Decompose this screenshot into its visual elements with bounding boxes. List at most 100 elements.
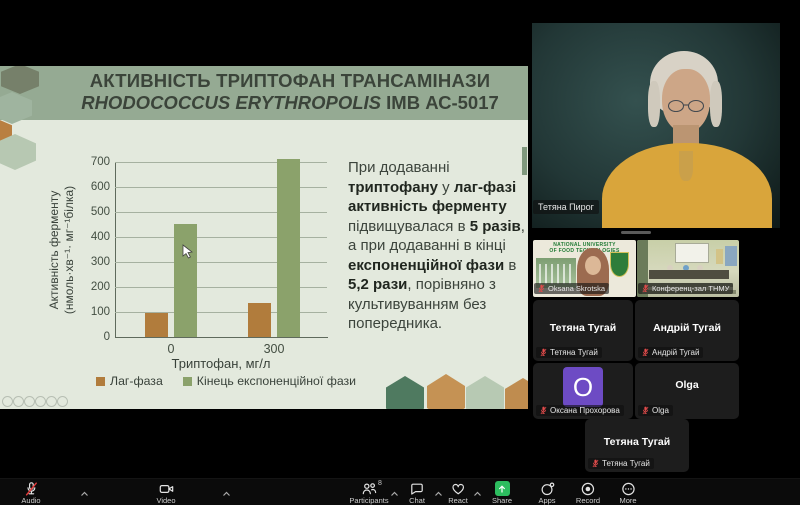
muted-mic-icon xyxy=(642,406,649,415)
camera-icon xyxy=(156,481,175,496)
speaker-name: Тетяна Пирог xyxy=(538,202,594,212)
toolbar-button-label: Apps xyxy=(538,496,556,505)
participant-name: Olga xyxy=(652,406,669,415)
legend-label: Лаг-фаза xyxy=(110,374,163,388)
y-axis-label: Активність ферменту (нмоль·хв⁻¹· мг⁻¹білк… xyxy=(47,148,77,352)
gallery-drag-handle[interactable] xyxy=(621,231,651,234)
y-axis-tick-label: 200 xyxy=(90,281,110,293)
participant-name: Тетяна Тугай xyxy=(602,459,650,468)
y-axis-label-line2: (нмоль·хв⁻¹· мг⁻¹білка) xyxy=(61,185,76,315)
chevron-up-icon[interactable] xyxy=(390,484,399,502)
speaker-collar xyxy=(679,151,693,181)
legend-swatch xyxy=(96,376,105,386)
participant-name: Оксана Прохорова xyxy=(550,406,620,415)
meeting-toolbar: Audio Video 8 Participants Chat React Share App… xyxy=(0,478,800,505)
participant-face xyxy=(585,256,601,275)
chat-icon xyxy=(409,481,425,496)
toolbar-button-label: Video xyxy=(156,496,176,505)
hall-wall-decor xyxy=(716,249,723,264)
participant-display-name: Андрій Тугай xyxy=(653,322,721,334)
participant-name-tag: Конференц-зал ТНМУ xyxy=(638,283,734,294)
projector-screen xyxy=(675,243,709,263)
share-icon xyxy=(492,481,512,496)
participant-name: Андрій Тугай xyxy=(652,348,700,357)
watermark-icon xyxy=(46,396,57,407)
chart-legend: Лаг-фаза Кінець експоненційної фази xyxy=(96,374,356,388)
paragraph-segment: експоненційної фази xyxy=(348,256,505,274)
participant-video-oksana[interactable]: NATIONAL UNIVERSITY OF FOOD TECHNOLOGIES… xyxy=(533,240,636,297)
presentation-slide: АКТИВНІСТЬ ТРИПТОФАН ТРАНСАМІНАЗИ RHODOC… xyxy=(0,66,528,409)
paragraph-segment: у xyxy=(437,178,454,196)
presidium-table xyxy=(649,270,729,279)
speaker-video-tile[interactable]: Тетяна Пирог xyxy=(532,23,780,228)
speaker-name-tag: Тетяна Пирог xyxy=(533,200,599,214)
audio-button[interactable]: Audio xyxy=(21,481,41,505)
muted-mic-icon xyxy=(642,348,649,357)
muted-mic-icon xyxy=(642,284,649,293)
y-axis-tick-label: 0 xyxy=(103,331,110,343)
participants-button[interactable]: 8 Participants xyxy=(349,480,389,505)
heart-icon xyxy=(448,481,468,496)
participants-count-badge: 8 xyxy=(378,480,382,487)
participant-name-tag: Тетяна Тугай xyxy=(536,347,602,358)
avatar-letter: O xyxy=(572,371,594,402)
toolbar-button-label: Audio xyxy=(21,496,41,505)
participant-display-name: Тетяна Тугай xyxy=(549,322,617,334)
participant-tile[interactable]: O Оксана Прохорова xyxy=(533,363,633,419)
participant-name-tag: Андрій Тугай xyxy=(638,347,704,358)
react-button[interactable]: React xyxy=(448,481,468,505)
zoom-meeting-window: АКТИВНІСТЬ ТРИПТОФАН ТРАНСАМІНАЗИ RHODOC… xyxy=(0,0,800,505)
chevron-up-icon[interactable] xyxy=(80,484,89,502)
x-axis-tick-label: 0 xyxy=(167,342,175,356)
participant-tile[interactable]: Тетяна Тугай Тетяна Тугай xyxy=(585,419,689,472)
speaker-glasses xyxy=(664,99,708,118)
chevron-up-icon[interactable] xyxy=(222,484,231,502)
y-axis-tick-label: 600 xyxy=(90,181,110,193)
muted-mic-icon xyxy=(540,348,547,357)
participant-name-tag: Тетяна Тугай xyxy=(588,458,654,469)
toolbar-button-label: Chat xyxy=(409,496,425,505)
more-icon xyxy=(619,481,636,496)
x-axis-tick-label: 300 xyxy=(263,342,285,356)
chat-button[interactable]: Chat xyxy=(409,481,425,505)
more-button[interactable]: More xyxy=(619,481,637,505)
participant-avatar: O xyxy=(563,367,603,407)
paragraph-segment: лаг-фазі xyxy=(453,178,517,196)
participant-tile[interactable]: Тетяна Тугай Тетяна Тугай xyxy=(533,300,633,361)
apps-button[interactable]: Apps xyxy=(538,481,556,505)
participant-tile[interactable]: Андрій Тугай Андрій Тугай xyxy=(635,300,739,361)
paragraph-segment: 5,2 рази xyxy=(348,276,408,293)
y-axis-tick-label: 700 xyxy=(90,156,110,168)
paragraph-segment: активність ферменту xyxy=(348,198,507,215)
chevron-up-icon[interactable] xyxy=(473,484,482,502)
toolbar-button-label: React xyxy=(448,496,468,505)
share-icon xyxy=(494,481,510,496)
y-axis-label-line1: Активність ферменту xyxy=(47,190,61,310)
toolbar-button-label: Participants xyxy=(349,496,389,505)
share-button[interactable]: Share xyxy=(492,481,512,505)
chevron-up-icon[interactable] xyxy=(434,484,443,502)
building-windows xyxy=(539,264,573,284)
participant-display-name: Тетяна Тугай xyxy=(603,436,671,448)
watermark-icon xyxy=(24,396,35,407)
mouse-cursor xyxy=(182,244,194,265)
participant-display-name: Olga xyxy=(675,379,699,391)
video-button[interactable]: Video xyxy=(156,481,176,505)
watermark-icon xyxy=(2,396,13,407)
watermark-icon xyxy=(13,396,24,407)
paragraph-segment: в xyxy=(504,256,517,274)
participant-name: Тетяна Тугай xyxy=(550,348,598,357)
toolbar-button-label: Record xyxy=(575,496,601,505)
record-button[interactable]: Record xyxy=(576,481,600,505)
chart-bar-exp xyxy=(174,224,197,337)
participant-tile[interactable]: Olga Olga xyxy=(635,363,739,419)
paragraph-segment: 5 разів xyxy=(469,217,521,235)
mic-muted-icon xyxy=(21,481,40,496)
record-icon xyxy=(576,481,600,496)
watermark-icon xyxy=(35,396,46,407)
chart-bar-lag xyxy=(248,303,271,337)
watermark-icon xyxy=(57,396,68,407)
participant-video-conference-hall[interactable]: Конференц-зал ТНМУ xyxy=(637,240,739,297)
apps-icon xyxy=(538,481,555,496)
participant-name-tag: Oksana Skrotska xyxy=(534,283,610,294)
